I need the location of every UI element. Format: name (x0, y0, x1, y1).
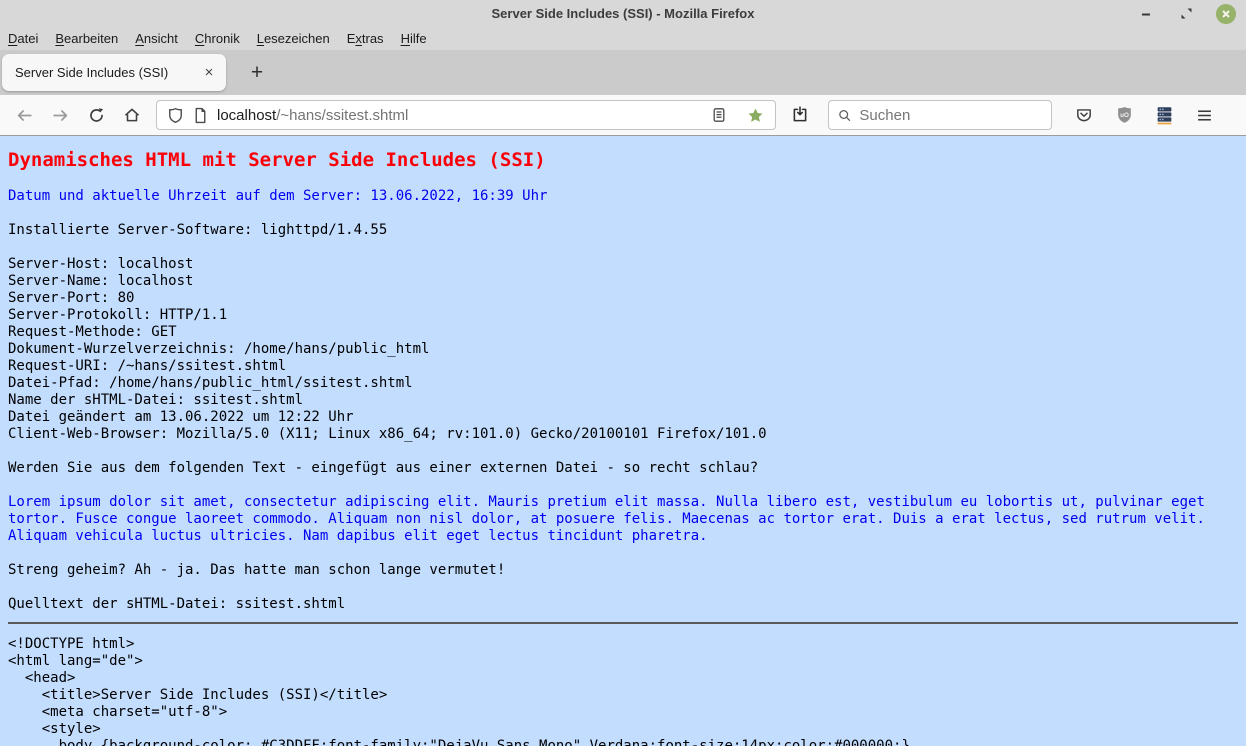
tab-bar: Server Side Includes (SSI) × + (0, 50, 1246, 95)
tab-server-side-includes[interactable]: Server Side Includes (SSI) × (2, 54, 226, 91)
svg-text:uO: uO (1120, 112, 1129, 119)
pocket-icon (1077, 109, 1091, 122)
home-button[interactable] (116, 100, 148, 130)
menubar: Datei Bearbeiten Ansicht Chronik Lesezei… (0, 27, 1246, 50)
window-controls (1136, 0, 1236, 27)
source-label: Quelltext der sHTML-Datei: ssitest.shtml (8, 596, 346, 612)
ublock-shield-icon: uO (1117, 106, 1131, 123)
menu-lesezeichen[interactable]: Lesezeichen (257, 31, 330, 46)
window-title: Server Side Includes (SSI) - Mozilla Fir… (491, 6, 755, 21)
back-button[interactable] (8, 100, 40, 130)
close-icon (1222, 9, 1230, 18)
bookmark-star-button[interactable] (739, 100, 771, 130)
minimize-icon (1142, 13, 1150, 15)
server-stack-icon (1157, 106, 1171, 124)
source-code-block: <!DOCTYPE html> <html lang="de"> <head> … (8, 636, 910, 746)
question-line: Werden Sie aus dem folgenden Text - eing… (8, 460, 759, 476)
menu-chronik[interactable]: Chronik (195, 31, 240, 46)
restore-icon (1181, 8, 1191, 19)
menu-hilfe[interactable]: Hilfe (401, 31, 427, 46)
tab-label: Server Side Includes (SSI) (15, 65, 169, 80)
lorem-ipsum-paragraph: Lorem ipsum dolor sit amet, consectetur … (8, 494, 1205, 544)
url-text: localhost/~hans/ssitest.shtml (217, 107, 408, 124)
menu-ansicht[interactable]: Ansicht (135, 31, 178, 46)
server-stack-extension-button[interactable] (1148, 100, 1180, 130)
home-icon (124, 108, 140, 122)
back-icon (17, 109, 32, 121)
reload-button[interactable] (80, 100, 112, 130)
menu-extras[interactable]: Extras (347, 31, 384, 46)
forward-button[interactable] (44, 100, 76, 130)
ublock-extension-button[interactable]: uO (1108, 100, 1140, 130)
search-input[interactable] (859, 106, 1042, 124)
page-title: Dynamisches HTML mit Server Side Include… (8, 149, 546, 171)
close-button[interactable] (1216, 3, 1236, 24)
reload-icon (89, 107, 103, 122)
tracking-protection-shield-icon[interactable] (167, 107, 184, 124)
tab-close-button[interactable]: × (198, 62, 220, 84)
titlebar: Server Side Includes (SSI) - Mozilla Fir… (0, 0, 1246, 27)
url-path: /~hans/ssitest.shtml (276, 106, 409, 124)
search-box[interactable] (828, 100, 1052, 130)
url-host: localhost (217, 106, 277, 124)
restore-button[interactable] (1176, 4, 1196, 24)
url-bar[interactable]: localhost/~hans/ssitest.shtml (156, 100, 776, 130)
search-icon (839, 109, 851, 121)
page-info-icon[interactable] (193, 107, 208, 124)
forward-icon (52, 109, 67, 121)
menu-bearbeiten[interactable]: Bearbeiten (55, 31, 118, 46)
tray-download-icon (793, 106, 807, 122)
navigation-toolbar: localhost/~hans/ssitest.shtml uO (0, 95, 1246, 136)
new-tab-button[interactable]: + (242, 58, 272, 88)
app-menu-button[interactable] (1188, 100, 1220, 130)
save-to-tray-button[interactable] (784, 100, 816, 130)
divider (8, 622, 1238, 624)
server-software-line: Installierte Server-Software: lighttpd/1… (8, 222, 388, 238)
pocket-button[interactable] (1068, 100, 1100, 130)
bookmark-star-icon (747, 107, 763, 122)
reader-mode-button[interactable] (703, 100, 735, 130)
menu-datei[interactable]: Datei (8, 31, 38, 46)
server-info-block: Server-Host: localhost Server-Name: loca… (8, 256, 767, 442)
secret-line: Streng geheim? Ah - ja. Das hatte man sc… (8, 562, 506, 578)
page-content: Dynamisches HTML mit Server Side Include… (0, 136, 1246, 746)
reader-mode-icon (713, 108, 725, 122)
minimize-button[interactable] (1136, 4, 1156, 24)
hamburger-menu-icon (1197, 109, 1211, 121)
server-date-line: Datum und aktuelle Uhrzeit auf dem Serve… (8, 188, 548, 204)
